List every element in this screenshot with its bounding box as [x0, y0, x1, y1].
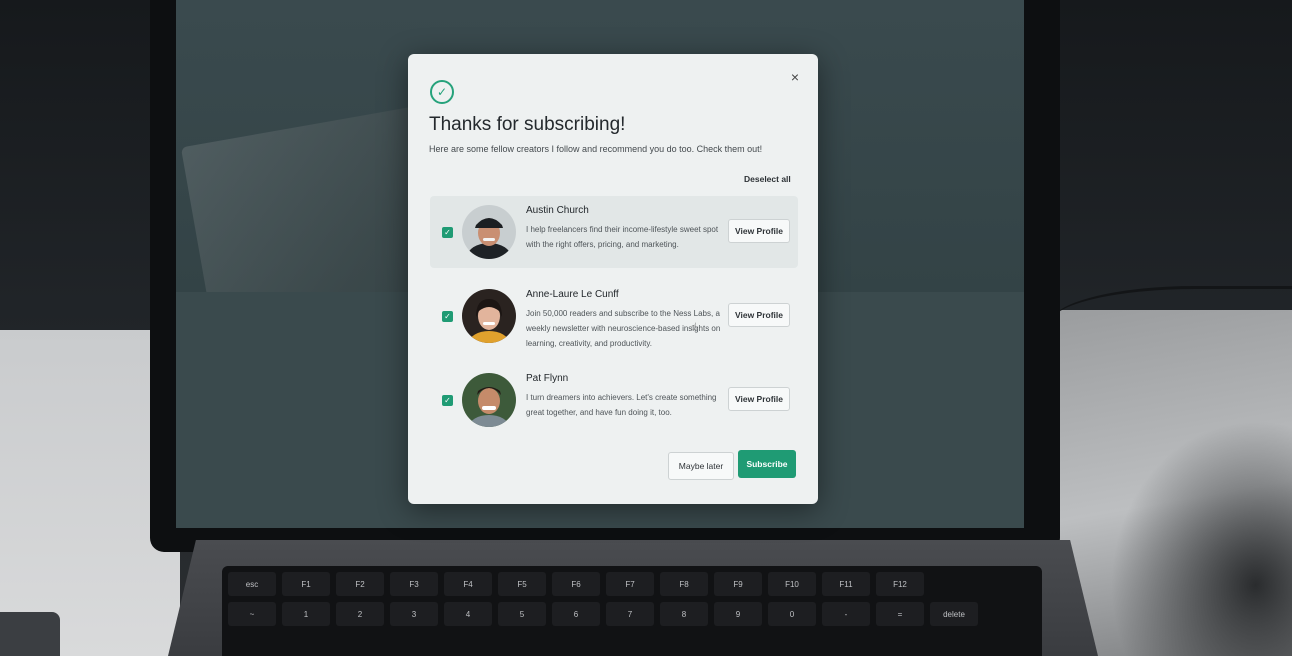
keyboard-key: F12 [876, 572, 924, 596]
keyboard-key: = [876, 602, 924, 626]
keyboard-key: ~ [228, 602, 276, 626]
keyboard-key: 9 [714, 602, 762, 626]
creator-checkbox[interactable]: ✓ [442, 395, 453, 406]
keyboard-key: 2 [336, 602, 384, 626]
avatar [462, 373, 516, 427]
creator-checkbox[interactable]: ✓ [442, 311, 453, 322]
keyboard-key: F9 [714, 572, 762, 596]
avatar [462, 289, 516, 343]
keyboard-key: F2 [336, 572, 384, 596]
view-profile-button[interactable]: View Profile [728, 219, 790, 243]
close-icon[interactable]: × [788, 70, 802, 84]
creator-name: Austin Church [526, 205, 589, 216]
view-profile-button[interactable]: View Profile [728, 303, 790, 327]
view-profile-button[interactable]: View Profile [728, 387, 790, 411]
subscription-modal: ✓ × Thanks for subscribing! Here are som… [408, 54, 818, 504]
check-circle-icon: ✓ [430, 80, 454, 104]
modal-title: Thanks for subscribing! [429, 114, 626, 135]
subscribe-button[interactable]: Subscribe [738, 450, 796, 478]
keyboard-key: 5 [498, 602, 546, 626]
creator-card-austin-church: ✓ Austin Church I help freelancers find … [430, 196, 798, 268]
keyboard-number-row: ~1 2 3 4 5 6 7 8 9 0- = delete [228, 602, 978, 626]
hand-cursor-icon: ☝ [691, 322, 698, 333]
creator-description: I help freelancers find their income-lif… [526, 225, 719, 249]
keyboard-key: 4 [444, 602, 492, 626]
keyboard-key: F1 [282, 572, 330, 596]
keyboard-key: 3 [390, 602, 438, 626]
keyboard-key: F6 [552, 572, 600, 596]
keyboard-key: 6 [552, 602, 600, 626]
creator-name: Pat Flynn [526, 373, 569, 384]
keyboard-key: F5 [498, 572, 546, 596]
keyboard-key: F10 [768, 572, 816, 596]
creator-name: Anne-Laure Le Cunff [526, 289, 619, 300]
keyboard-key: - [822, 602, 870, 626]
keyboard-key: F3 [390, 572, 438, 596]
creator-description: I turn dreamers into achievers. Let's cr… [526, 393, 717, 417]
keyboard-key: F4 [444, 572, 492, 596]
coaster [0, 612, 60, 656]
avatar [462, 205, 516, 259]
creator-card-pat-flynn: ✓ Pat Flynn I turn dreamers into achieve… [430, 364, 798, 436]
modal-subtitle: Here are some fellow creators I follow a… [429, 144, 763, 154]
keyboard-key: 7 [606, 602, 654, 626]
keyboard-fn-row: esc F1 F2 F3 F4 F5 F6 F7 F8 F9 F10 F11 F12 [228, 572, 924, 596]
creator-card-anne-laure-le-cunff: ✓ Anne-Laure Le Cunff Join 50,000 reader… [430, 280, 798, 352]
keyboard-key: 1 [282, 602, 330, 626]
keyboard-key: delete [930, 602, 978, 626]
maybe-later-button[interactable]: Maybe later [668, 452, 734, 480]
deselect-all-link[interactable]: Deselect all [744, 174, 791, 184]
keyboard-key: 8 [660, 602, 708, 626]
keyboard-key: F8 [660, 572, 708, 596]
keyboard: esc F1 F2 F3 F4 F5 F6 F7 F8 F9 F10 F11 F12 ~1 2 3 4 5 6 7 8… [222, 566, 1042, 656]
keyboard-key: F11 [822, 572, 870, 596]
desk-shadow [1110, 420, 1292, 656]
keyboard-key: F7 [606, 572, 654, 596]
keyboard-key: esc [228, 572, 276, 596]
creator-checkbox[interactable]: ✓ [442, 227, 453, 238]
keyboard-key: 0 [768, 602, 816, 626]
